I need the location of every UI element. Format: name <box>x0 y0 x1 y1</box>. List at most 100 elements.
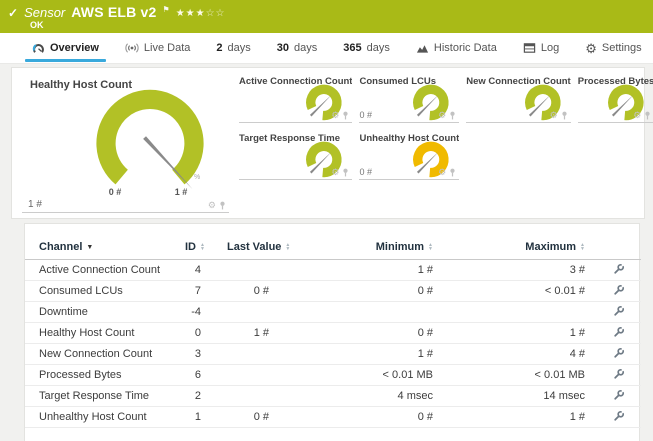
settings-gear-icon: ⚙ <box>585 40 597 56</box>
flag-icon[interactable]: ⚑ <box>163 5 170 14</box>
channel-settings-wrench-icon[interactable] <box>613 305 625 320</box>
gauge-gear-icon[interactable]: ⚙ <box>438 168 446 177</box>
channel-maximum: 14 msec <box>445 385 597 407</box>
channel-id: 6 <box>171 364 213 386</box>
stars-empty: ☆☆ <box>205 8 226 19</box>
header-last-value[interactable]: Last Value ▲ ▼ <box>213 238 290 260</box>
mini-gauge-last-value: 0 # <box>359 167 372 177</box>
channel-minimum: 0 # <box>281 280 445 302</box>
channel-name[interactable]: Target Response Time <box>25 385 171 407</box>
gauge-pin-icon[interactable] <box>342 111 349 120</box>
mini-gauge-target-response-time[interactable]: Target Response Time ⚙ <box>239 130 353 180</box>
sort-icon: ▲ ▼ <box>200 242 205 253</box>
gauge-pin-icon[interactable] <box>561 111 568 120</box>
gauge-pin-icon[interactable] <box>644 111 651 120</box>
gauge-pin-icon[interactable] <box>219 201 226 210</box>
tab-settings-label: Settings <box>601 42 642 54</box>
primary-gauge-panel[interactable]: Healthy Host Count 0 # 1 # % 1 # ⚙ <box>22 73 229 213</box>
mini-gauge-active-connection-count[interactable]: Active Connection Count ⚙ <box>239 73 353 123</box>
header-minimum[interactable]: Minimum ▲ ▼ <box>281 238 445 260</box>
gauge-gear-icon[interactable]: ⚙ <box>331 168 339 177</box>
mini-gauge-processed-bytes[interactable]: Processed Bytes ⚙ <box>577 73 653 123</box>
tab-overview[interactable]: Overview <box>25 33 106 63</box>
channel-settings-wrench-icon[interactable] <box>613 410 625 425</box>
tab-settings[interactable]: ⚙ Settings <box>585 33 641 63</box>
tab-365-days-number: 365 <box>343 42 362 54</box>
mini-gauge-consumed-lcus[interactable]: Consumed LCUs 0 # ⚙ <box>359 73 460 123</box>
tab-30-days[interactable]: 30 days <box>277 33 318 63</box>
gauge-gear-icon[interactable]: ⚙ <box>550 111 558 120</box>
tab-2-days[interactable]: 2 days <box>216 33 250 63</box>
primary-gauge-scale-min: 0 # <box>108 187 122 197</box>
primary-gauge <box>96 89 204 189</box>
tab-live-data[interactable]: Live Data <box>125 33 190 63</box>
sorted-desc-icon: ▼ <box>86 243 94 251</box>
gauge-gear-icon[interactable]: ⚙ <box>331 111 339 120</box>
sensor-status-text: OK <box>30 20 44 30</box>
tab-365-days[interactable]: 365 days <box>343 33 390 63</box>
channel-name[interactable]: New Connection Count <box>25 343 171 365</box>
header-maximum[interactable]: Maximum ▲ ▼ <box>445 238 597 260</box>
table-row: Processed Bytes 6 < 0.01 MB < 0.01 MB <box>25 364 641 386</box>
priority-stars[interactable]: ★★★☆☆ <box>176 8 226 19</box>
channels-table: Channel ▼ ID ▲ ▼ Last Value ▲ ▼ Minimum ▲ ▼ Max… <box>25 238 641 428</box>
tab-365-days-unit: days <box>366 42 390 54</box>
channel-id: 4 <box>171 259 213 281</box>
channel-name[interactable]: Processed Bytes <box>25 364 171 386</box>
primary-gauge-scale-max: 1 # <box>174 187 188 197</box>
header-actions <box>597 238 641 260</box>
header-channel[interactable]: Channel ▼ <box>25 238 171 260</box>
table-row: Unhealthy Host Count 1 0 # 0 # 1 # <box>25 406 641 428</box>
sort-icon: ▲ ▼ <box>285 242 291 253</box>
gauge-gear-icon[interactable]: ⚙ <box>208 201 216 210</box>
mini-gauge-last-value: 0 # <box>359 110 372 120</box>
channel-settings-wrench-icon[interactable] <box>613 284 625 299</box>
sort-icon: ▲ ▼ <box>580 242 585 253</box>
gauge-pin-icon[interactable] <box>449 111 456 120</box>
channel-name[interactable]: Active Connection Count <box>25 259 171 281</box>
mini-gauge-unhealthy-host-count[interactable]: Unhealthy Host Count 0 # ⚙ <box>359 130 460 180</box>
channel-name[interactable]: Consumed LCUs <box>25 280 171 302</box>
gauge-gear-icon[interactable]: ⚙ <box>633 111 641 120</box>
channel-last-value <box>213 385 281 407</box>
channel-name[interactable]: Downtime <box>25 301 171 323</box>
channel-name[interactable]: Healthy Host Count <box>25 322 171 344</box>
gauge-pin-icon[interactable] <box>342 168 349 177</box>
table-row: New Connection Count 3 1 # 4 # <box>25 343 641 365</box>
gauge-gear-icon[interactable]: ⚙ <box>438 111 446 120</box>
channel-settings-wrench-icon[interactable] <box>613 389 625 404</box>
channel-minimum: 4 msec <box>281 385 445 407</box>
tab-30-days-unit: days <box>294 42 318 54</box>
channel-minimum: 1 # <box>281 343 445 365</box>
table-header-row: Channel ▼ ID ▲ ▼ Last Value ▲ ▼ Minimum ▲ ▼ Max… <box>25 238 641 260</box>
channel-maximum: < 0.01 MB <box>445 364 597 386</box>
channel-last-value <box>213 343 281 365</box>
stars-filled: ★★★ <box>175 8 206 19</box>
gauges-overview-box: Healthy Host Count 0 # 1 # % 1 # ⚙ Activ… <box>11 67 653 219</box>
tab-30-days-number: 30 <box>276 42 290 54</box>
channel-minimum: < 0.01 MB <box>281 364 445 386</box>
channel-id: -4 <box>171 301 213 323</box>
tab-log[interactable]: Log <box>523 33 559 63</box>
channel-settings-wrench-icon[interactable] <box>613 347 625 362</box>
channel-id: 1 <box>171 406 213 428</box>
channel-id: 7 <box>171 280 213 302</box>
table-row: Target Response Time 2 4 msec 14 msec <box>25 385 641 407</box>
channel-id: 2 <box>171 385 213 407</box>
gauge-pin-icon[interactable] <box>449 168 456 177</box>
channel-minimum: 0 # <box>281 406 445 428</box>
header-id[interactable]: ID ▲ ▼ <box>171 238 213 260</box>
table-row: Active Connection Count 4 1 # 3 # <box>25 259 641 281</box>
table-row: Consumed LCUs 7 0 # 0 # < 0.01 # <box>25 280 641 302</box>
channel-maximum: 1 # <box>445 322 597 344</box>
channel-settings-wrench-icon[interactable] <box>613 368 625 383</box>
channel-settings-wrench-icon[interactable] <box>613 263 625 278</box>
tab-historic-data[interactable]: Historic Data <box>416 33 497 63</box>
channel-id: 0 <box>171 322 213 344</box>
tab-historic-data-label: Historic Data <box>433 42 497 54</box>
mini-gauge-new-connection-count[interactable]: New Connection Count ⚙ <box>466 73 571 123</box>
sensor-title: AWS ELB v2 <box>71 4 157 20</box>
channel-settings-wrench-icon[interactable] <box>613 326 625 341</box>
channel-minimum: 1 # <box>281 259 445 281</box>
channel-name[interactable]: Unhealthy Host Count <box>25 406 171 428</box>
